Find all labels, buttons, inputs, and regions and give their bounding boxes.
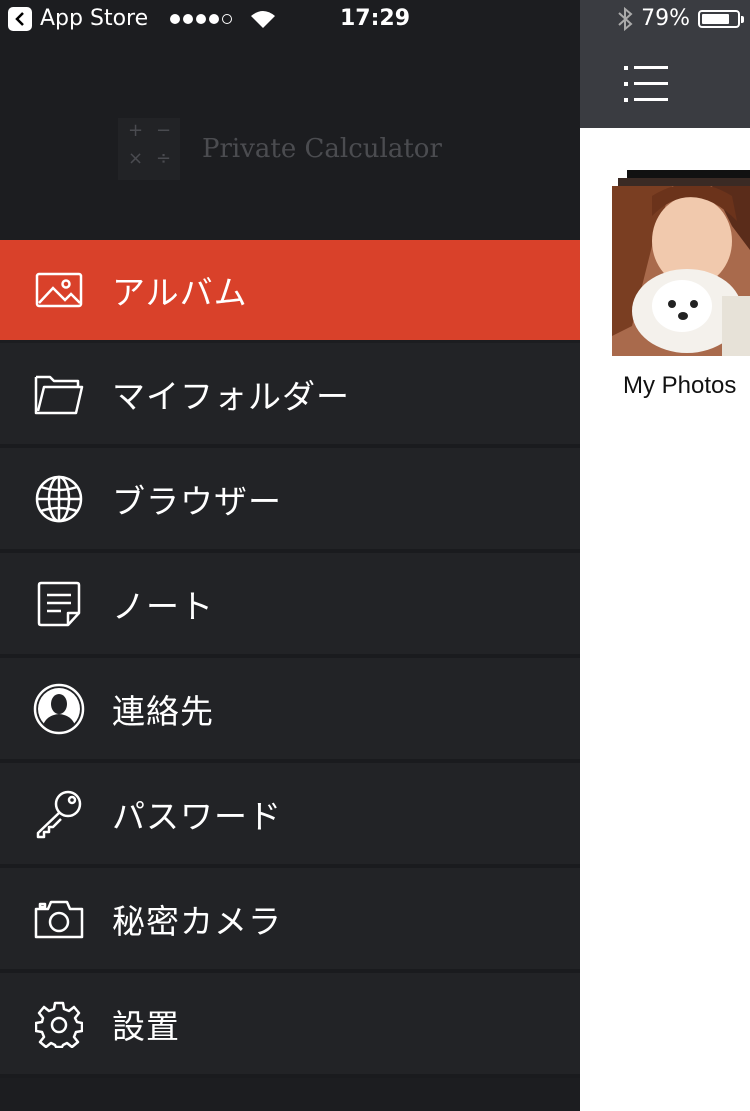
battery-icon xyxy=(698,9,744,28)
menu-item-note[interactable]: ノート xyxy=(0,553,580,658)
menu-item-settings[interactable]: 設置 xyxy=(0,973,580,1078)
menu-item-label: 秘密カメラ xyxy=(112,901,282,941)
drawer-menu: アルバム マイフォルダー ブラウザー ノート 連絡先 パスワード 秘密カメラ 設… xyxy=(0,240,580,1078)
calculator-logo-icon: + − × ÷ xyxy=(118,118,180,180)
logo-symbol: − xyxy=(156,120,172,141)
globe-icon xyxy=(33,473,85,525)
menu-item-secret-camera[interactable]: 秘密カメラ xyxy=(0,868,580,973)
menu-item-label: ノート xyxy=(112,586,214,626)
hamburger-menu-icon[interactable] xyxy=(624,66,668,102)
menu-item-label: ブラウザー xyxy=(112,481,282,521)
contact-icon xyxy=(33,683,85,735)
gear-icon xyxy=(33,998,85,1050)
key-icon xyxy=(33,788,85,840)
menu-item-label: 設置 xyxy=(112,1006,180,1046)
menu-item-contacts[interactable]: 連絡先 xyxy=(0,658,580,763)
menu-item-label: 連絡先 xyxy=(112,691,214,731)
menu-item-label: マイフォルダー xyxy=(112,376,350,416)
album-stack-edge xyxy=(618,178,750,186)
note-icon xyxy=(33,578,85,630)
logo-symbol: ÷ xyxy=(156,148,172,169)
main-content xyxy=(580,0,750,1111)
menu-item-label: アルバム xyxy=(112,273,248,312)
menu-item-password[interactable]: パスワード xyxy=(0,763,580,868)
logo-symbol: × xyxy=(128,148,144,169)
menu-item-album[interactable]: アルバム xyxy=(0,240,580,340)
album-title[interactable]: My Photos xyxy=(623,372,736,400)
battery-percent: 79% xyxy=(641,6,690,31)
status-bar: App Store 17:29 79% xyxy=(0,0,750,40)
logo-symbol: + xyxy=(128,120,144,141)
menu-item-label: パスワード xyxy=(112,796,282,836)
app-logo: + − × ÷ Private Calculator xyxy=(118,118,442,180)
album-stack-edge xyxy=(627,170,750,178)
photo-thumbnail xyxy=(612,186,750,356)
image-icon xyxy=(33,264,85,316)
album-thumbnail[interactable] xyxy=(612,170,750,360)
camera-icon xyxy=(33,893,85,945)
app-name: Private Calculator xyxy=(202,134,442,164)
menu-item-browser[interactable]: ブラウザー xyxy=(0,448,580,553)
folder-icon xyxy=(33,368,85,420)
side-drawer: + − × ÷ Private Calculator アルバム マイフォルダー … xyxy=(0,0,580,1111)
bluetooth-icon xyxy=(618,6,633,31)
menu-item-my-folder[interactable]: マイフォルダー xyxy=(0,343,580,448)
